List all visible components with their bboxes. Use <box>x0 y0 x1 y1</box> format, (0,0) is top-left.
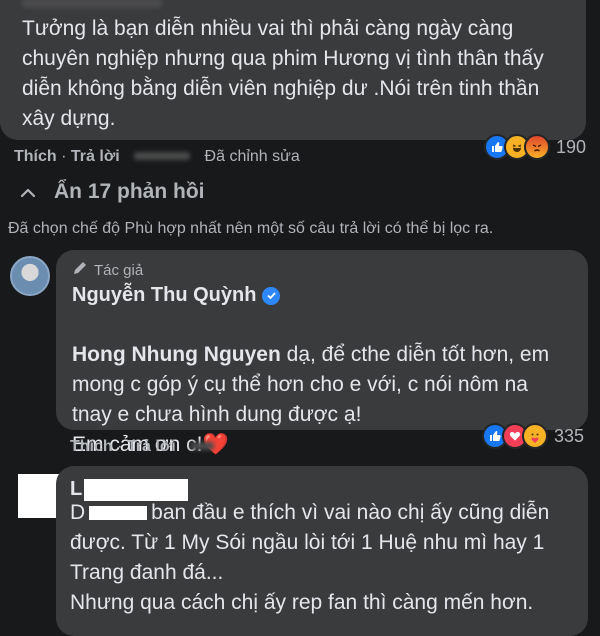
edited-label: Đã chỉnh sửa <box>204 148 300 165</box>
pencil-icon <box>72 260 88 280</box>
reply-link[interactable]: Trả lời <box>71 148 120 166</box>
angry-reaction-icon <box>524 134 550 160</box>
author-badge: Tác giả <box>72 260 143 280</box>
timestamp-blurred <box>190 441 215 450</box>
chevron-up-icon <box>20 180 36 204</box>
line1-prefix: D <box>70 501 86 524</box>
author-badge-label: Tác giả <box>94 261 144 279</box>
hide-replies-label: Ẩn 17 phản hồi <box>54 180 205 203</box>
care-reaction-icon <box>522 423 548 449</box>
reply-actions: Thích · Trả lời <box>70 438 215 456</box>
reply-reactions[interactable]: 335 <box>482 423 584 449</box>
reaction-count: 190 <box>556 136 587 157</box>
mention-link[interactable]: Hong Nhung Nguyen <box>72 343 281 366</box>
author-row: Nguyễn Thu Quỳnh <box>72 284 281 307</box>
timestamp-blurred <box>134 151 191 160</box>
avatar[interactable] <box>10 256 50 296</box>
line1-suffix: ban đầu e thích vì vai nào chị ấy cũng d… <box>151 501 550 524</box>
like-link[interactable]: Thích <box>14 148 57 166</box>
comment-text: Tưởng là bạn diễn nhiều vai thì phải càn… <box>22 17 544 130</box>
reply-text: được. Từ 1 My Sói ngầu lòi tới 1 Huệ nhu… <box>70 531 545 614</box>
reaction-count: 335 <box>554 425 585 446</box>
comment-reactions[interactable]: 190 <box>484 134 586 160</box>
hide-replies-button[interactable]: Ẩn 17 phản hồi <box>20 180 205 204</box>
reply-text-line1: Dban đầu e thích vì vai nào chị ấy cũng … <box>70 498 582 528</box>
reply-bubble: L Dban đầu e thích vì vai nào chị ấy cũn… <box>56 466 588 636</box>
like-link[interactable]: Thích <box>70 438 113 456</box>
verified-icon <box>262 286 281 305</box>
comment-actions: Thích · Trả lời Đã chỉnh sửa <box>14 148 300 166</box>
author-name-blurred <box>22 0 162 8</box>
comment-bubble: Tưởng là bạn diễn nhiều vai thì phải càn… <box>0 0 586 140</box>
author-name[interactable]: Nguyễn Thu Quỳnh <box>72 284 256 307</box>
reply-bubble: Tác giả Nguyễn Thu Quỳnh Hong Nhung Nguy… <box>56 250 588 456</box>
reply-link[interactable]: Trả lời <box>127 438 176 456</box>
text-redacted <box>89 506 148 521</box>
filter-note: Đã chọn chế độ Phù hợp nhất nên một số c… <box>8 220 494 237</box>
